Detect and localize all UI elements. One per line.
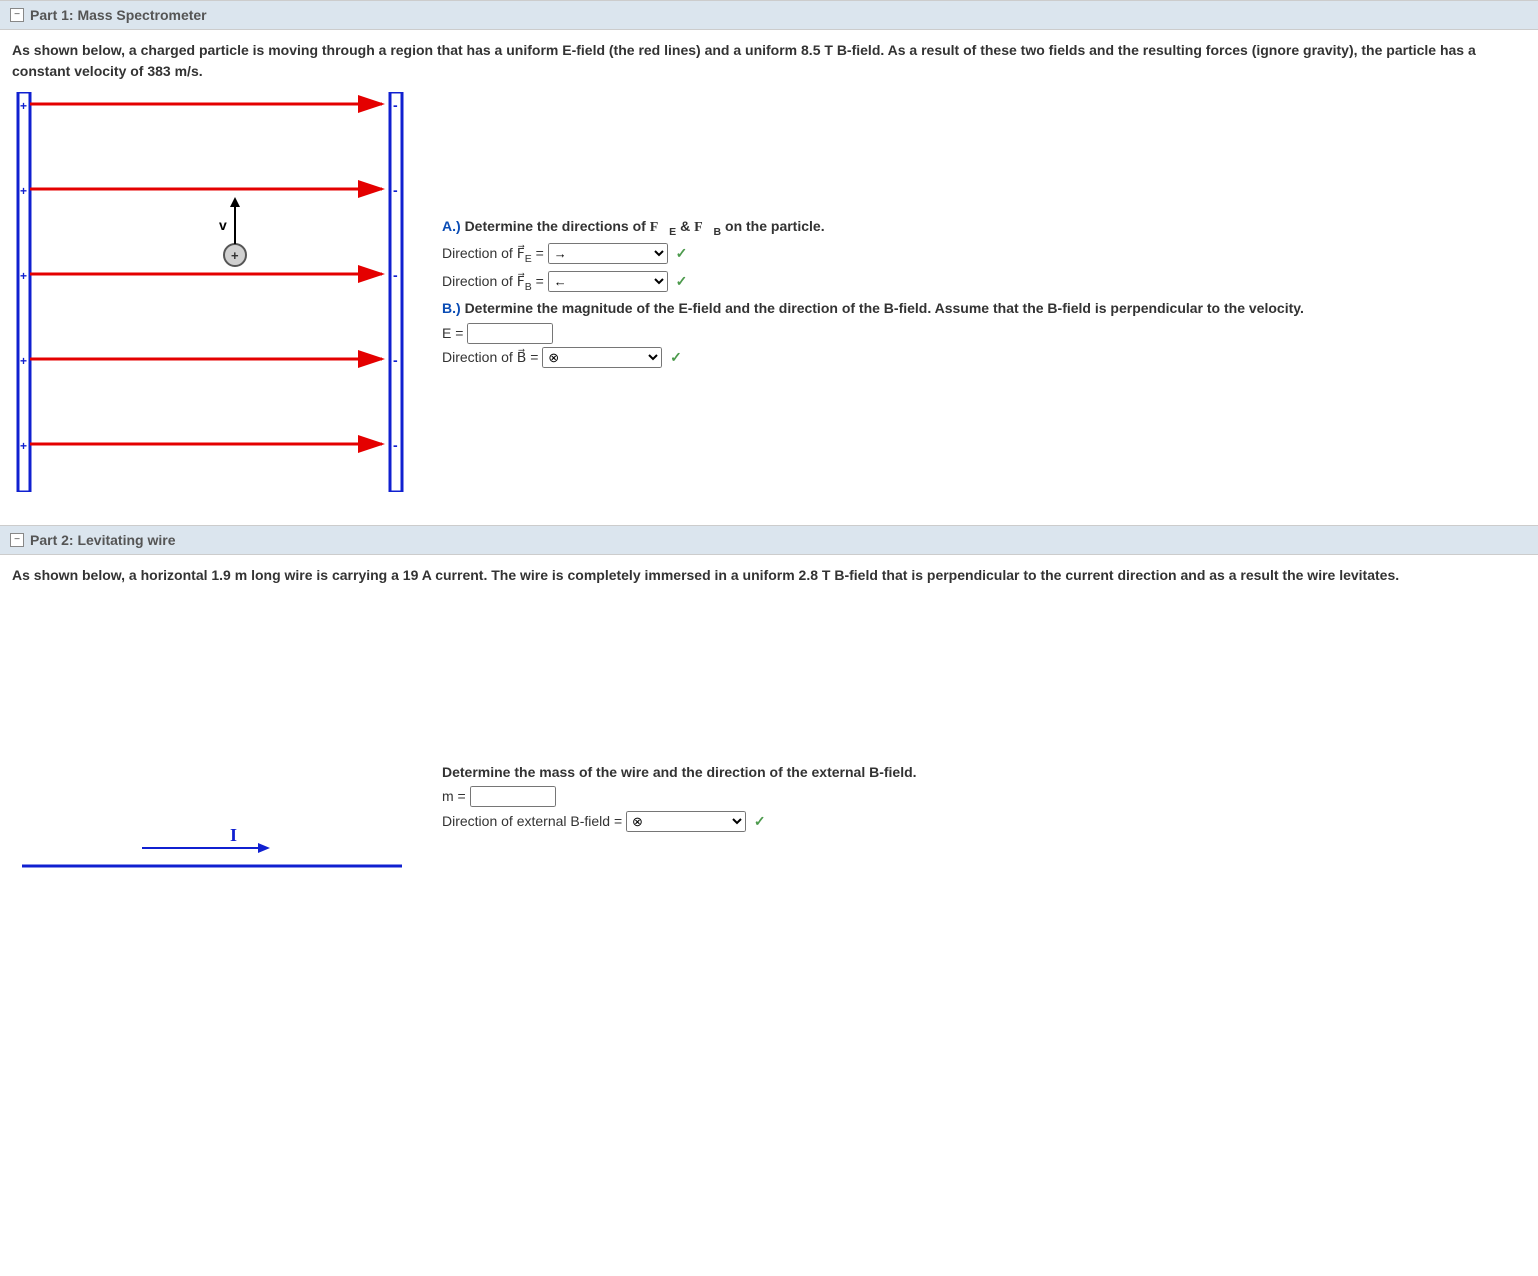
svg-text:+: +: [20, 269, 27, 283]
svg-text:+: +: [20, 184, 27, 198]
svg-text:v: v: [219, 217, 227, 233]
part-b-text: Determine the magnitude of the E-field a…: [465, 300, 1304, 316]
collapse-icon[interactable]: −: [10, 8, 24, 22]
part-a-text: Determine the directions of F⃗E & F⃗B on…: [465, 218, 825, 234]
part-a-label: A.): [442, 218, 461, 234]
part2-qtext: Determine the mass of the wire and the d…: [442, 761, 1526, 783]
e-label: E =: [442, 325, 467, 341]
m-input[interactable]: [470, 786, 556, 807]
fb-select[interactable]: ←: [548, 271, 668, 292]
collapse-icon[interactable]: −: [10, 533, 24, 547]
part2-title: Part 2: Levitating wire: [30, 532, 175, 548]
svg-text:I: I: [230, 825, 237, 845]
part1-body: As shown below, a charged particle is mo…: [0, 30, 1538, 525]
check-icon: ✓: [676, 245, 688, 261]
fe-label: Direction of F⃗E =: [442, 245, 548, 261]
part2-header[interactable]: − Part 2: Levitating wire: [0, 525, 1538, 555]
part1-diagram: + + + + + - - - - -: [12, 92, 412, 495]
svg-text:-: -: [393, 182, 398, 198]
svg-text:+: +: [20, 99, 27, 113]
svg-text:-: -: [393, 97, 398, 113]
bdir-select[interactable]: ⊗: [542, 347, 662, 368]
part1-title: Part 1: Mass Spectrometer: [30, 7, 207, 23]
svg-text:+: +: [231, 248, 239, 263]
check-icon: ✓: [676, 273, 688, 289]
part-b-label: B.): [442, 300, 461, 316]
fe-select[interactable]: →: [548, 243, 668, 264]
part2-body: As shown below, a horizontal 1.9 m long …: [0, 555, 1538, 1029]
part1-questions: A.) Determine the directions of F⃗E & F⃗…: [442, 215, 1526, 373]
m-label: m =: [442, 788, 470, 804]
e-input[interactable]: [467, 323, 553, 344]
svg-text:+: +: [20, 354, 27, 368]
fb-label: Direction of F⃗B =: [442, 273, 548, 289]
part2-intro: As shown below, a horizontal 1.9 m long …: [12, 565, 1526, 586]
part2-diagram: I: [12, 596, 412, 999]
part2-questions: Determine the mass of the wire and the d…: [442, 761, 1526, 834]
check-icon: ✓: [670, 349, 682, 365]
svg-text:-: -: [393, 267, 398, 283]
svg-text:-: -: [393, 352, 398, 368]
bext-select[interactable]: ⊗: [626, 811, 746, 832]
bext-label: Direction of external B-field =: [442, 813, 626, 829]
svg-text:-: -: [393, 437, 398, 453]
check-icon: ✓: [754, 813, 766, 829]
part1-header[interactable]: − Part 1: Mass Spectrometer: [0, 0, 1538, 30]
part1-intro: As shown below, a charged particle is mo…: [12, 40, 1526, 82]
bdir-label: Direction of B⃗ =: [442, 349, 542, 365]
svg-text:+: +: [20, 439, 27, 453]
